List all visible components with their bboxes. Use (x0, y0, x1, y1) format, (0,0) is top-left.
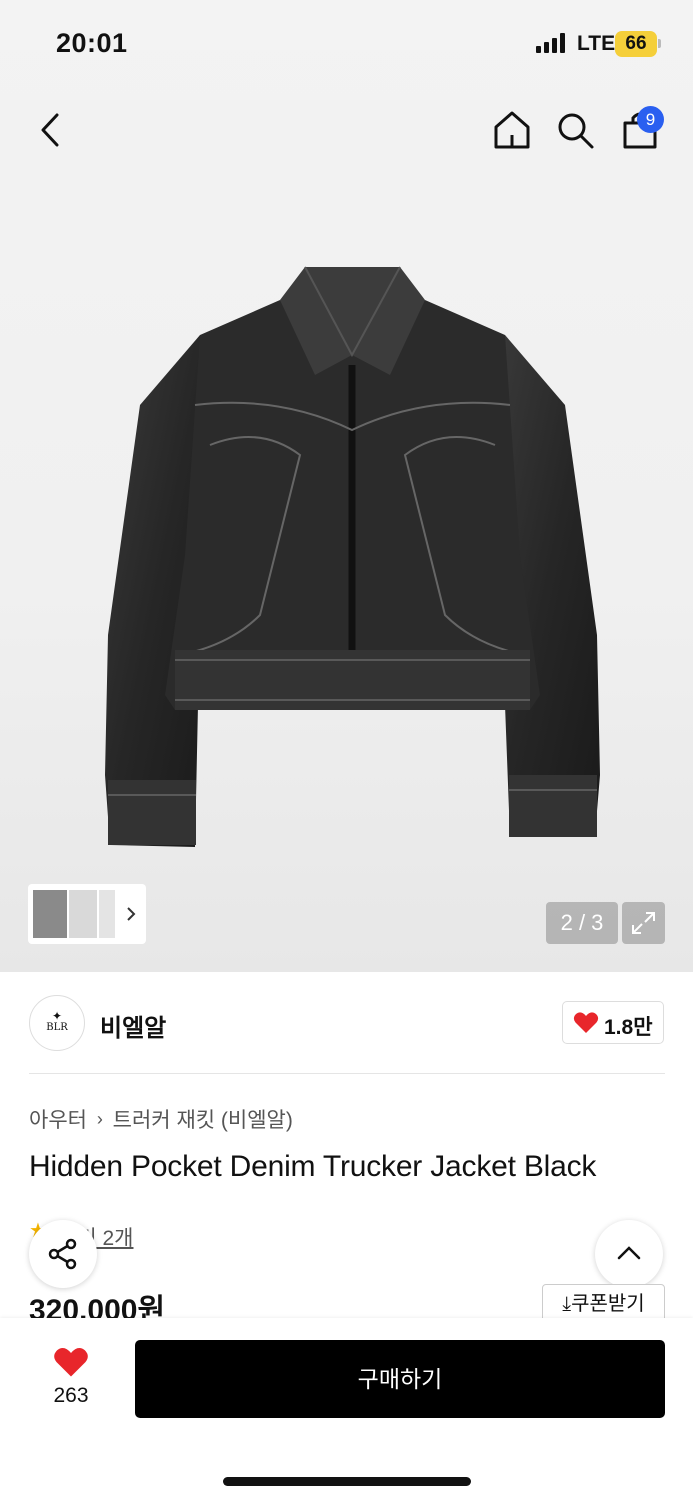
home-icon[interactable] (487, 105, 537, 155)
chevron-right-icon[interactable] (124, 904, 138, 924)
share-button[interactable] (29, 1220, 97, 1288)
breadcrumb-category[interactable]: 아우터 (29, 1109, 87, 1132)
sparkle-icon: ✦ (51, 1009, 63, 1023)
signal-icon (536, 33, 565, 53)
home-indicator (223, 1477, 471, 1486)
battery-icon: 66 (615, 31, 657, 57)
buy-button[interactable]: 구매하기 (135, 1340, 665, 1418)
heart-icon (54, 1348, 88, 1377)
wish-count: 263 (53, 1384, 89, 1407)
thumbnail-3[interactable] (99, 890, 115, 938)
image-counter: 2 / 3 (546, 902, 618, 944)
coupon-label: 쿠폰받기 (571, 1293, 645, 1315)
expand-icon (632, 912, 655, 934)
breadcrumb: 아우터 › 트러커 재킷 (비엘알) (29, 1104, 293, 1134)
thumbnail-2[interactable] (69, 890, 97, 938)
brand-name[interactable]: 비엘알 (100, 1008, 166, 1043)
status-time: 20:01 (56, 28, 128, 58)
brand-logo[interactable]: ✦ BLR (29, 995, 85, 1051)
network-label: LTE (577, 32, 616, 55)
chevron-right-icon: › (96, 1108, 103, 1129)
battery-tip (658, 39, 661, 48)
thumbnail-1[interactable] (33, 890, 67, 938)
brand-logo-text: BLR (46, 1022, 68, 1033)
breadcrumb-subcategory[interactable]: 트러커 재킷 (비엘알) (113, 1109, 293, 1132)
fullscreen-button[interactable] (622, 902, 665, 944)
thumbnail-strip[interactable] (28, 884, 146, 944)
product-image[interactable] (100, 255, 605, 855)
download-icon: ⤓ (562, 1293, 572, 1315)
scroll-top-button[interactable] (595, 1220, 663, 1288)
brand-like-count: 1.8만 (604, 1016, 653, 1039)
chevron-up-icon (617, 1246, 641, 1260)
search-icon[interactable] (550, 105, 600, 155)
cart-count-badge: 9 (637, 106, 664, 133)
divider (29, 1073, 665, 1074)
brand-like-button[interactable]: 1.8만 (562, 1001, 664, 1044)
share-icon (48, 1238, 77, 1270)
status-bar: 20:01 LTE 66 (0, 0, 693, 90)
wishlist-button[interactable]: 263 (40, 1340, 102, 1410)
back-icon[interactable] (25, 105, 75, 155)
heart-icon (573, 1012, 599, 1033)
product-title: Hidden Pocket Denim Trucker Jacket Black (29, 1150, 597, 1183)
